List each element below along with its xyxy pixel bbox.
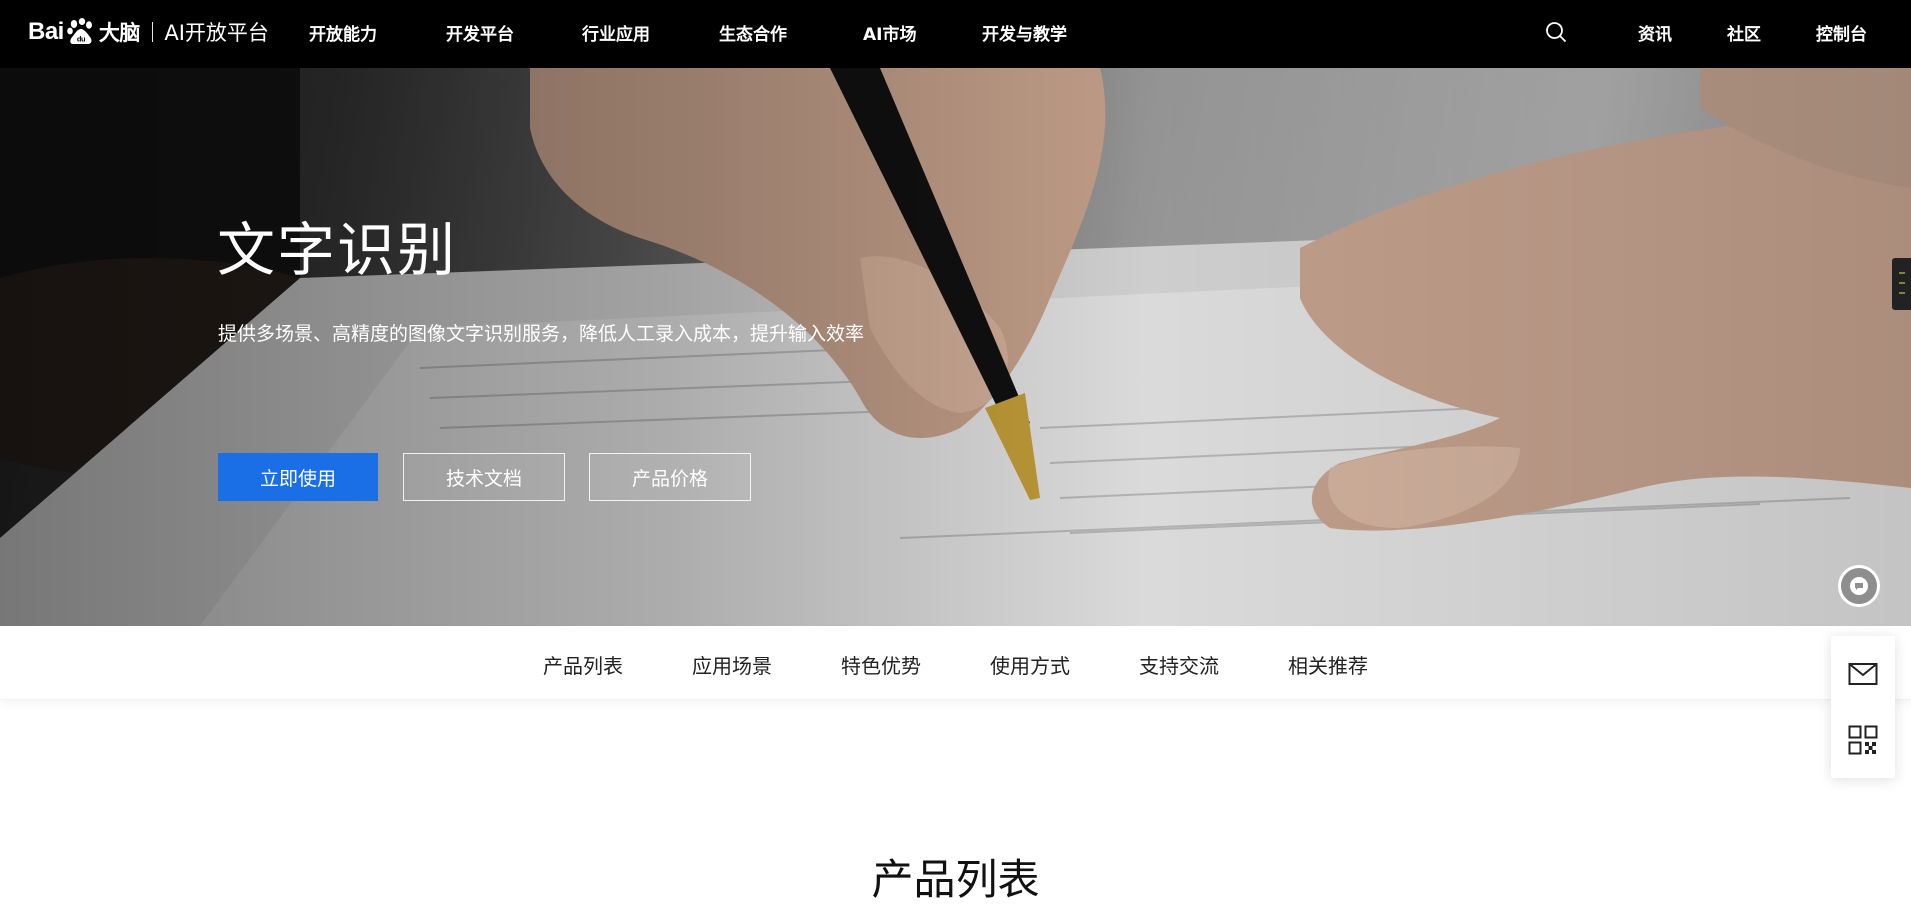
logo-divider (151, 22, 154, 42)
floating-toolbar (1831, 636, 1895, 778)
nav-item-open-capabilities[interactable]: 开放能力 (309, 20, 377, 45)
nav-item-industry-apps[interactable]: 行业应用 (582, 20, 650, 45)
nav-item-ecosystem[interactable]: 生态合作 (719, 20, 787, 45)
chat-bubble-icon-svg (1850, 577, 1868, 595)
chat-bubble-icon[interactable] (1838, 565, 1880, 607)
logo-platform-text: AI开放平台 (164, 21, 269, 45)
nav-item-ai-market[interactable]: AI市场 (863, 20, 916, 45)
mail-icon[interactable] (1831, 642, 1895, 706)
nav-link-console[interactable]: 控制台 (1816, 20, 1867, 45)
use-now-button[interactable]: 立即使用 (218, 453, 378, 501)
paw-icon: du (67, 18, 92, 44)
nav-link-news[interactable]: 资讯 (1638, 20, 1672, 45)
svg-text:du: du (77, 35, 86, 44)
qr-code-icon[interactable] (1831, 708, 1895, 772)
subnav-item-related[interactable]: 相关推荐 (1288, 650, 1368, 679)
tech-docs-button[interactable]: 技术文档 (403, 453, 565, 501)
logo-brand-text: Bai (28, 18, 64, 45)
baidu-ai-logo[interactable]: Bai du 大脑 AI开放平台 (28, 12, 269, 52)
search-icon[interactable] (1544, 20, 1568, 44)
nav-item-dev-education[interactable]: 开发与教学 (982, 20, 1067, 45)
section-subnav: 产品列表 应用场景 特色优势 使用方式 支持交流 相关推荐 (0, 626, 1911, 700)
search-icon-svg (1546, 22, 1566, 42)
top-navigation-bar: Bai du 大脑 AI开放平台 开放能力 开发平台 行业应用 生态合作 AI市… (0, 0, 1911, 68)
side-scroll-widget[interactable] (1892, 258, 1911, 310)
subnav-item-scenarios[interactable]: 应用场景 (692, 650, 772, 679)
subnav-item-support[interactable]: 支持交流 (1139, 650, 1219, 679)
hero-subtitle: 提供多场景、高精度的图像文字识别服务，降低人工录入成本，提升输入效率 (218, 323, 865, 345)
logo-brand-suffix: 大脑 (98, 22, 141, 45)
mail-icon-svg (1848, 663, 1878, 685)
subnav-item-product-list[interactable]: 产品列表 (543, 650, 623, 679)
subnav-item-features[interactable]: 特色优势 (841, 650, 921, 679)
hero-title: 文字识别 (217, 216, 458, 284)
subnav-item-usage[interactable]: 使用方式 (990, 650, 1070, 679)
hero-overlay (0, 68, 1911, 626)
nav-link-community[interactable]: 社区 (1727, 20, 1761, 45)
nav-item-dev-platform[interactable]: 开发平台 (446, 20, 514, 45)
product-price-button[interactable]: 产品价格 (589, 453, 751, 501)
qr-code-icon-svg (1848, 725, 1878, 755)
logo-brand: Bai du 大脑 (28, 17, 140, 47)
hero-banner: 文字识别 提供多场景、高精度的图像文字识别服务，降低人工录入成本，提升输入效率 … (0, 68, 1911, 626)
section-title-product-list: 产品列表 (871, 855, 1040, 904)
